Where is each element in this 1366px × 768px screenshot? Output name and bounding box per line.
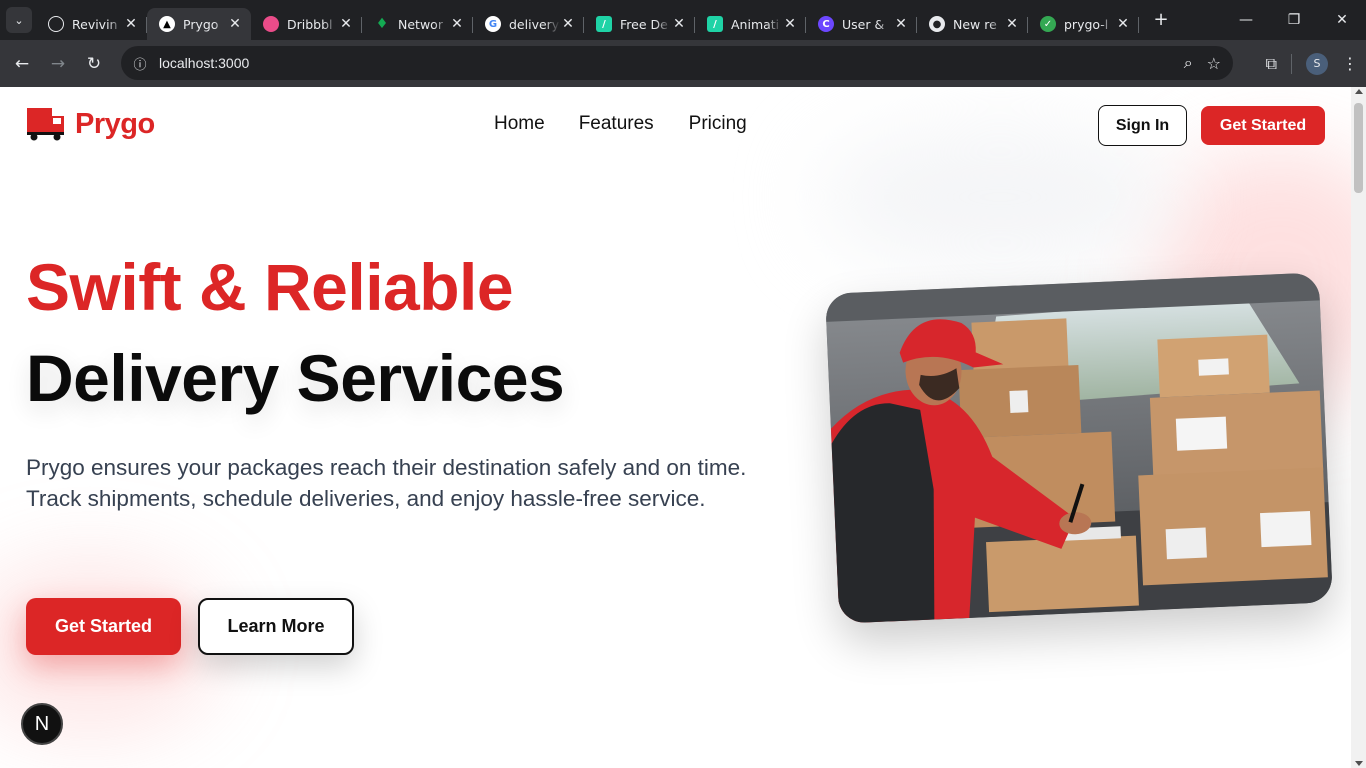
dribbble-icon: [263, 16, 279, 32]
brand-name: Prygo: [75, 107, 155, 140]
close-icon[interactable]: ✕: [227, 16, 243, 32]
address-bar[interactable]: ⓘ localhost:3000 ⌕ ☆: [121, 46, 1233, 80]
page-viewport: Prygo Home Features Pricing Sign In Get …: [0, 87, 1351, 768]
extensions-puzzle-icon[interactable]: ⧉: [1266, 54, 1277, 74]
brand-logo[interactable]: Prygo: [27, 107, 155, 141]
url-text[interactable]: localhost:3000: [159, 55, 249, 71]
browser-tabstrip: ⌄ Revivin ✕ ▲ Prygo ✕ Dribbbl ✕ ♦ Networ…: [0, 0, 1366, 40]
tab[interactable]: Dribbbl ✕: [251, 8, 362, 40]
tab-title: Networ: [398, 16, 443, 32]
hero-description: Prygo ensures your packages reach their …: [26, 455, 747, 511]
tab[interactable]: / Free De ✕: [584, 8, 695, 40]
tab[interactable]: ♦ Networ ✕: [362, 8, 473, 40]
site-info-icon[interactable]: ⓘ: [123, 54, 157, 73]
reload-icon[interactable]: ↻: [76, 46, 112, 82]
scroll-down-arrow-icon[interactable]: [1355, 761, 1363, 766]
tab-title: Prygo: [183, 16, 219, 32]
profile-avatar[interactable]: S: [1306, 52, 1328, 75]
clerk-icon: C: [818, 16, 834, 32]
nextjs-dev-badge[interactable]: N: [21, 703, 63, 745]
mongodb-icon: ♦: [375, 16, 389, 32]
tab-list: Revivin ✕ ▲ Prygo ✕ Dribbbl ✕ ♦ Networ ✕…: [36, 0, 1139, 40]
tab[interactable]: / Animati ✕: [695, 8, 806, 40]
learn-more-button[interactable]: Learn More: [198, 598, 354, 655]
nav-home[interactable]: Home: [494, 113, 545, 135]
tab[interactable]: ● New re ✕: [917, 8, 1028, 40]
bookmark-star-icon[interactable]: ☆: [1207, 54, 1221, 73]
hero-title-highlight: Swift & Reliable: [26, 250, 514, 324]
close-icon[interactable]: ✕: [338, 16, 354, 32]
tab-title: prygo-l: [1064, 16, 1109, 32]
tab[interactable]: ✓ prygo-l ✕: [1028, 8, 1139, 40]
google-icon: G: [485, 16, 501, 32]
tab[interactable]: C User & ✕: [806, 8, 917, 40]
back-arrow-icon[interactable]: ←: [4, 46, 40, 82]
tab-active[interactable]: ▲ Prygo ✕: [147, 8, 251, 40]
tab-title: delivery: [509, 16, 560, 32]
nav-pricing[interactable]: Pricing: [689, 113, 747, 135]
github-icon: ●: [929, 16, 945, 32]
tab-title: Revivin: [72, 16, 118, 32]
main-nav: Home Features Pricing: [494, 113, 747, 135]
tab[interactable]: G delivery ✕: [473, 8, 584, 40]
close-icon[interactable]: ✕: [123, 16, 139, 32]
framer-icon: /: [596, 16, 612, 32]
nextjs-icon: ▲: [159, 16, 175, 32]
close-icon[interactable]: ✕: [782, 16, 798, 32]
tab-title: User &: [842, 16, 885, 32]
restore-icon[interactable]: ❐: [1270, 0, 1318, 40]
scroll-up-arrow-icon[interactable]: [1355, 89, 1363, 94]
tab-title: Dribbbl: [287, 16, 333, 32]
close-icon[interactable]: ✕: [1004, 16, 1020, 32]
tab[interactable]: Revivin ✕: [36, 8, 147, 40]
close-icon[interactable]: ✕: [560, 16, 576, 32]
tab-search-chevron-icon[interactable]: ⌄: [6, 7, 32, 33]
page-scrollbar[interactable]: [1351, 87, 1366, 768]
sign-in-button[interactable]: Sign In: [1098, 105, 1187, 146]
menu-kebab-icon[interactable]: ⋮: [1342, 54, 1358, 73]
site-header: Prygo Home Features Pricing Sign In Get …: [0, 87, 1351, 163]
close-window-icon[interactable]: ✕: [1318, 0, 1366, 40]
header-get-started-button[interactable]: Get Started: [1201, 106, 1325, 145]
new-tab-plus-icon[interactable]: +: [1147, 5, 1175, 33]
delivery-man-illustration: [825, 272, 1333, 624]
hero-get-started-button[interactable]: Get Started: [26, 598, 181, 655]
nav-features[interactable]: Features: [579, 113, 654, 135]
close-icon[interactable]: ✕: [449, 16, 465, 32]
close-icon[interactable]: ✕: [1115, 16, 1131, 32]
browser-toolbar: ← → ↻ ⓘ localhost:3000 ⌕ ☆ ⧉ S ⋮: [0, 40, 1366, 87]
tab-title: Animati: [731, 16, 780, 32]
hero-title: Delivery Services: [26, 341, 565, 415]
close-icon[interactable]: ✕: [893, 16, 909, 32]
minimize-icon[interactable]: —: [1222, 0, 1270, 40]
hero-delivery-photo: [825, 272, 1333, 624]
openai-icon: [48, 16, 64, 32]
delivery-truck-icon: [27, 108, 64, 141]
framer-icon: /: [707, 16, 723, 32]
scrollbar-thumb[interactable]: [1354, 103, 1363, 193]
toolbar-divider: [1291, 53, 1292, 74]
tab-title: Free De: [620, 16, 668, 32]
zoom-icon[interactable]: ⌕: [1184, 53, 1193, 73]
forward-arrow-icon[interactable]: →: [40, 46, 76, 82]
tab-title: New re: [953, 16, 997, 32]
window-controls: — ❐ ✕: [1222, 0, 1366, 40]
vercel-icon: ✓: [1040, 16, 1056, 32]
close-icon[interactable]: ✕: [671, 16, 687, 32]
